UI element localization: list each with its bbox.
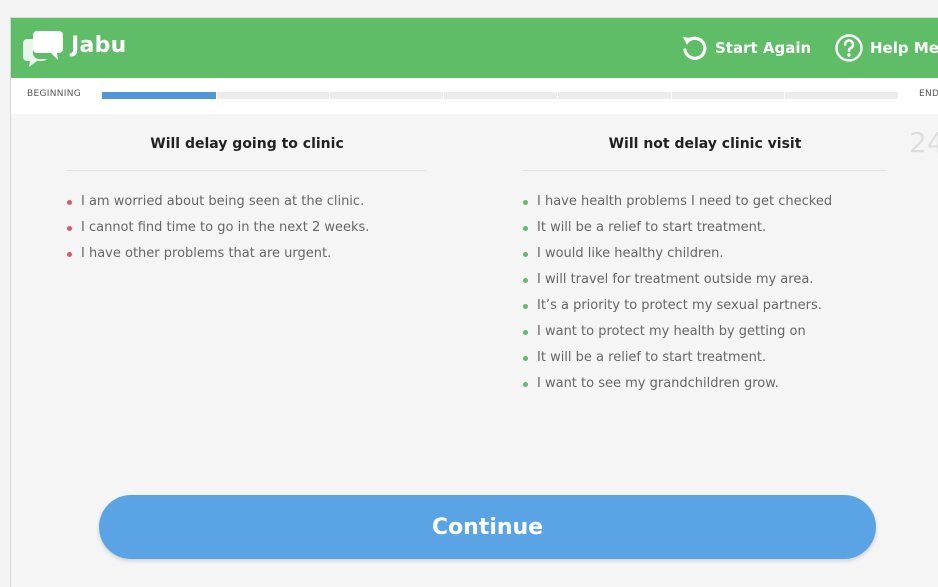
list-item: I cannot find time to go in the next 2 w… xyxy=(67,215,427,241)
app-window: Jabu Start Again Help Me BEGINNING END 2… xyxy=(10,17,938,587)
no-delay-reasons-list: I have health problems I need to get che… xyxy=(523,189,887,397)
progress-segment-divider xyxy=(784,92,786,99)
progress-segment-divider xyxy=(670,92,672,99)
reason-text: I cannot find time to go in the next 2 w… xyxy=(81,220,370,235)
bullet-dot-icon xyxy=(523,226,528,231)
start-again-label: Start Again xyxy=(715,39,812,57)
continue-button[interactable]: Continue xyxy=(99,495,876,559)
list-item: I have health problems I need to get che… xyxy=(523,189,887,215)
delay-column-title: Will delay going to clinic xyxy=(67,136,427,171)
progress-segment-divider xyxy=(443,92,445,99)
progress-segment-divider xyxy=(556,92,558,99)
progress-begin-label: BEGINNING xyxy=(27,89,82,99)
progress-segment-divider xyxy=(329,92,331,99)
bullet-dot-icon xyxy=(67,226,72,231)
list-item: I have other problems that are urgent. xyxy=(67,241,427,267)
progress-end-label: END xyxy=(919,89,938,99)
help-me-label: Help Me xyxy=(870,39,938,57)
reason-text: It’s a priority to protect my sexual par… xyxy=(537,298,822,313)
progress-segment-divider xyxy=(215,92,217,99)
list-item: It’s a priority to protect my sexual par… xyxy=(523,293,887,319)
list-item: I will travel for treatment outside my a… xyxy=(523,267,887,293)
reason-text: I have other problems that are urgent. xyxy=(81,246,332,261)
reason-text: It will be a relief to start treatment. xyxy=(537,220,767,235)
bullet-dot-icon xyxy=(523,382,528,387)
list-item: It will be a relief to start treatment. xyxy=(523,345,887,371)
restart-icon xyxy=(683,36,707,60)
reason-text: I am worried about being seen at the cli… xyxy=(81,194,365,209)
reason-text: It will be a relief to start treatment. xyxy=(537,350,767,365)
bullet-dot-icon xyxy=(523,356,528,361)
bullet-dot-icon xyxy=(523,252,528,257)
bullet-dot-icon xyxy=(523,278,528,283)
bullet-dot-icon xyxy=(523,200,528,205)
bullet-dot-icon xyxy=(67,200,72,205)
delay-reasons-list: I am worried about being seen at the cli… xyxy=(67,189,427,267)
step-counter: 24 xyxy=(909,126,938,159)
list-item: I want to see my grandchildren grow. xyxy=(523,371,887,397)
progress-track xyxy=(102,92,898,99)
bullet-dot-icon xyxy=(523,304,528,309)
app-title: Jabu xyxy=(71,33,127,58)
app-header: Jabu Start Again Help Me xyxy=(11,18,938,78)
help-me-button[interactable]: Help Me xyxy=(834,32,938,64)
progress-row: BEGINNING END xyxy=(11,78,938,114)
chat-bubbles-icon xyxy=(23,31,63,67)
reason-text: I want to see my grandchildren grow. xyxy=(537,376,779,391)
reason-text: I would like healthy children. xyxy=(537,246,724,261)
no-delay-column: Will not delay clinic visit I have healt… xyxy=(523,136,887,397)
reason-text: I have health problems I need to get che… xyxy=(537,194,833,209)
list-item: I am worried about being seen at the cli… xyxy=(67,189,427,215)
question-circle-icon xyxy=(835,34,863,62)
bullet-dot-icon xyxy=(523,330,528,335)
progress-fill xyxy=(102,92,218,99)
delay-column: Will delay going to clinic I am worried … xyxy=(67,136,427,267)
bullet-dot-icon xyxy=(67,252,72,257)
list-item: It will be a relief to start treatment. xyxy=(523,215,887,241)
reason-text: I will travel for treatment outside my a… xyxy=(537,272,814,287)
list-item: I would like healthy children. xyxy=(523,241,887,267)
list-item: I want to protect my health by getting o… xyxy=(523,319,887,345)
no-delay-column-title: Will not delay clinic visit xyxy=(523,136,887,171)
start-again-button[interactable]: Start Again xyxy=(679,32,811,64)
reason-text: I want to protect my health by getting o… xyxy=(537,324,806,339)
